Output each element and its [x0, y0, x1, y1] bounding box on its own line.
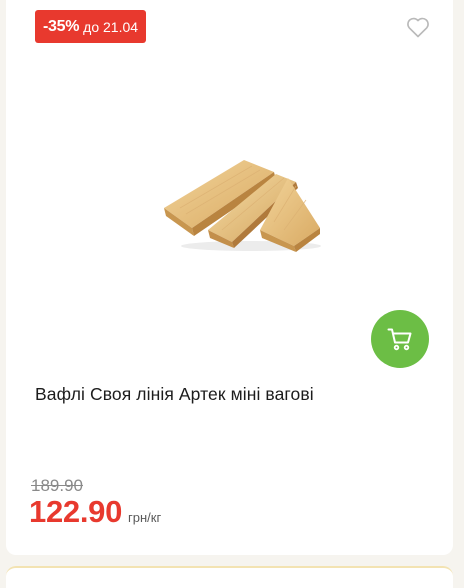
current-price: 122.90	[29, 494, 123, 529]
product-card[interactable]: -35% до 21.04 Вафлі Своя лінія Артек мін…	[6, 0, 453, 555]
add-to-cart-button[interactable]	[371, 310, 429, 368]
old-price: 189.90	[31, 476, 83, 495]
shopping-cart-icon	[387, 328, 412, 351]
favorite-button[interactable]	[406, 16, 430, 38]
product-title[interactable]: Вафлі Своя лінія Артек міні вагові	[35, 384, 435, 405]
price-row: 122.90 грн/кг	[29, 494, 161, 530]
discount-badge: -35% до 21.04	[35, 10, 147, 43]
heart-outline-icon	[407, 17, 429, 38]
price-unit: грн/кг	[128, 510, 162, 525]
next-product-card[interactable]	[6, 566, 453, 588]
wafer-image	[164, 160, 321, 252]
product-image[interactable]	[156, 150, 326, 260]
discount-percent: -35%	[43, 17, 80, 35]
discount-until-date: до 21.04	[83, 18, 139, 35]
